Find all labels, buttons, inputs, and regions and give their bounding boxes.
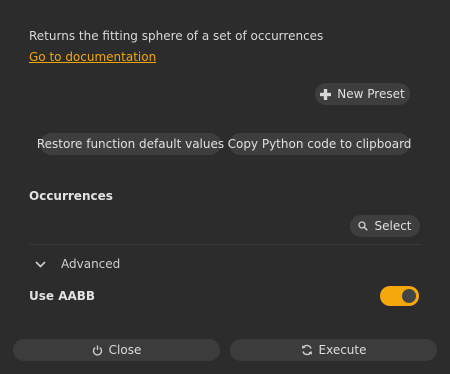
advanced-label: Advanced [61, 257, 121, 271]
function-description: Returns the fitting sphere of a set of o… [29, 29, 324, 43]
new-preset-label: New Preset [337, 87, 405, 101]
copy-python-label: Copy Python code to clipboard [227, 137, 412, 151]
copy-python-button[interactable]: Copy Python code to clipboard [227, 133, 412, 155]
dialog: Returns the fitting sphere of a set of o… [0, 0, 450, 374]
use-aabb-label: Use AABB [29, 289, 96, 303]
power-icon [92, 345, 103, 356]
select-label: Select [374, 219, 412, 233]
advanced-section-toggle[interactable]: Advanced [35, 257, 120, 271]
close-label: Close [108, 343, 142, 357]
chevron-down-icon [35, 260, 46, 268]
use-aabb-toggle[interactable] [380, 286, 419, 306]
restore-defaults-button[interactable]: Restore function default values [36, 133, 225, 155]
divider [29, 244, 421, 245]
new-preset-button[interactable]: New Preset [315, 83, 410, 105]
select-occurrences-button[interactable]: Select [350, 215, 420, 237]
execute-button[interactable]: Execute [230, 339, 437, 361]
occurrences-label: Occurrences [29, 189, 113, 203]
documentation-link[interactable]: Go to documentation [29, 50, 156, 64]
close-button[interactable]: Close [13, 339, 220, 361]
refresh-icon [301, 344, 313, 356]
search-icon [358, 221, 369, 231]
toggle-knob [402, 289, 416, 303]
plus-icon [320, 88, 332, 100]
restore-defaults-label: Restore function default values [36, 137, 225, 151]
execute-label: Execute [318, 343, 367, 357]
